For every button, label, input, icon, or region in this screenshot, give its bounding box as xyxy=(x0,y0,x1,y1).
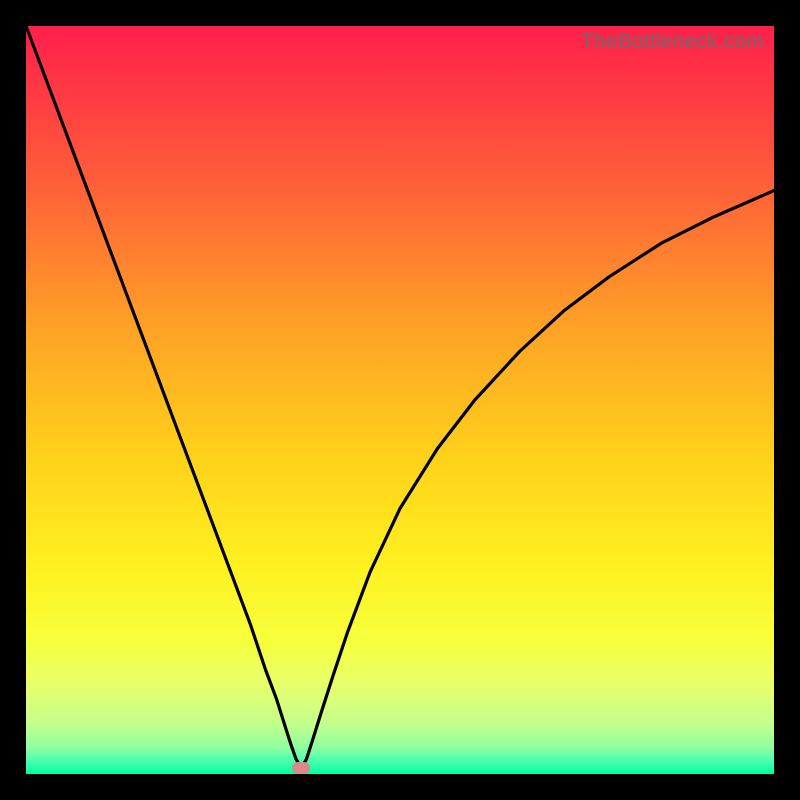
chart-frame: TheBottleneck.com xyxy=(0,0,800,800)
bottleneck-curve xyxy=(26,26,774,774)
watermark-text: TheBottleneck.com xyxy=(581,30,764,54)
optimum-marker xyxy=(292,762,310,774)
plot-area: TheBottleneck.com xyxy=(26,26,774,774)
